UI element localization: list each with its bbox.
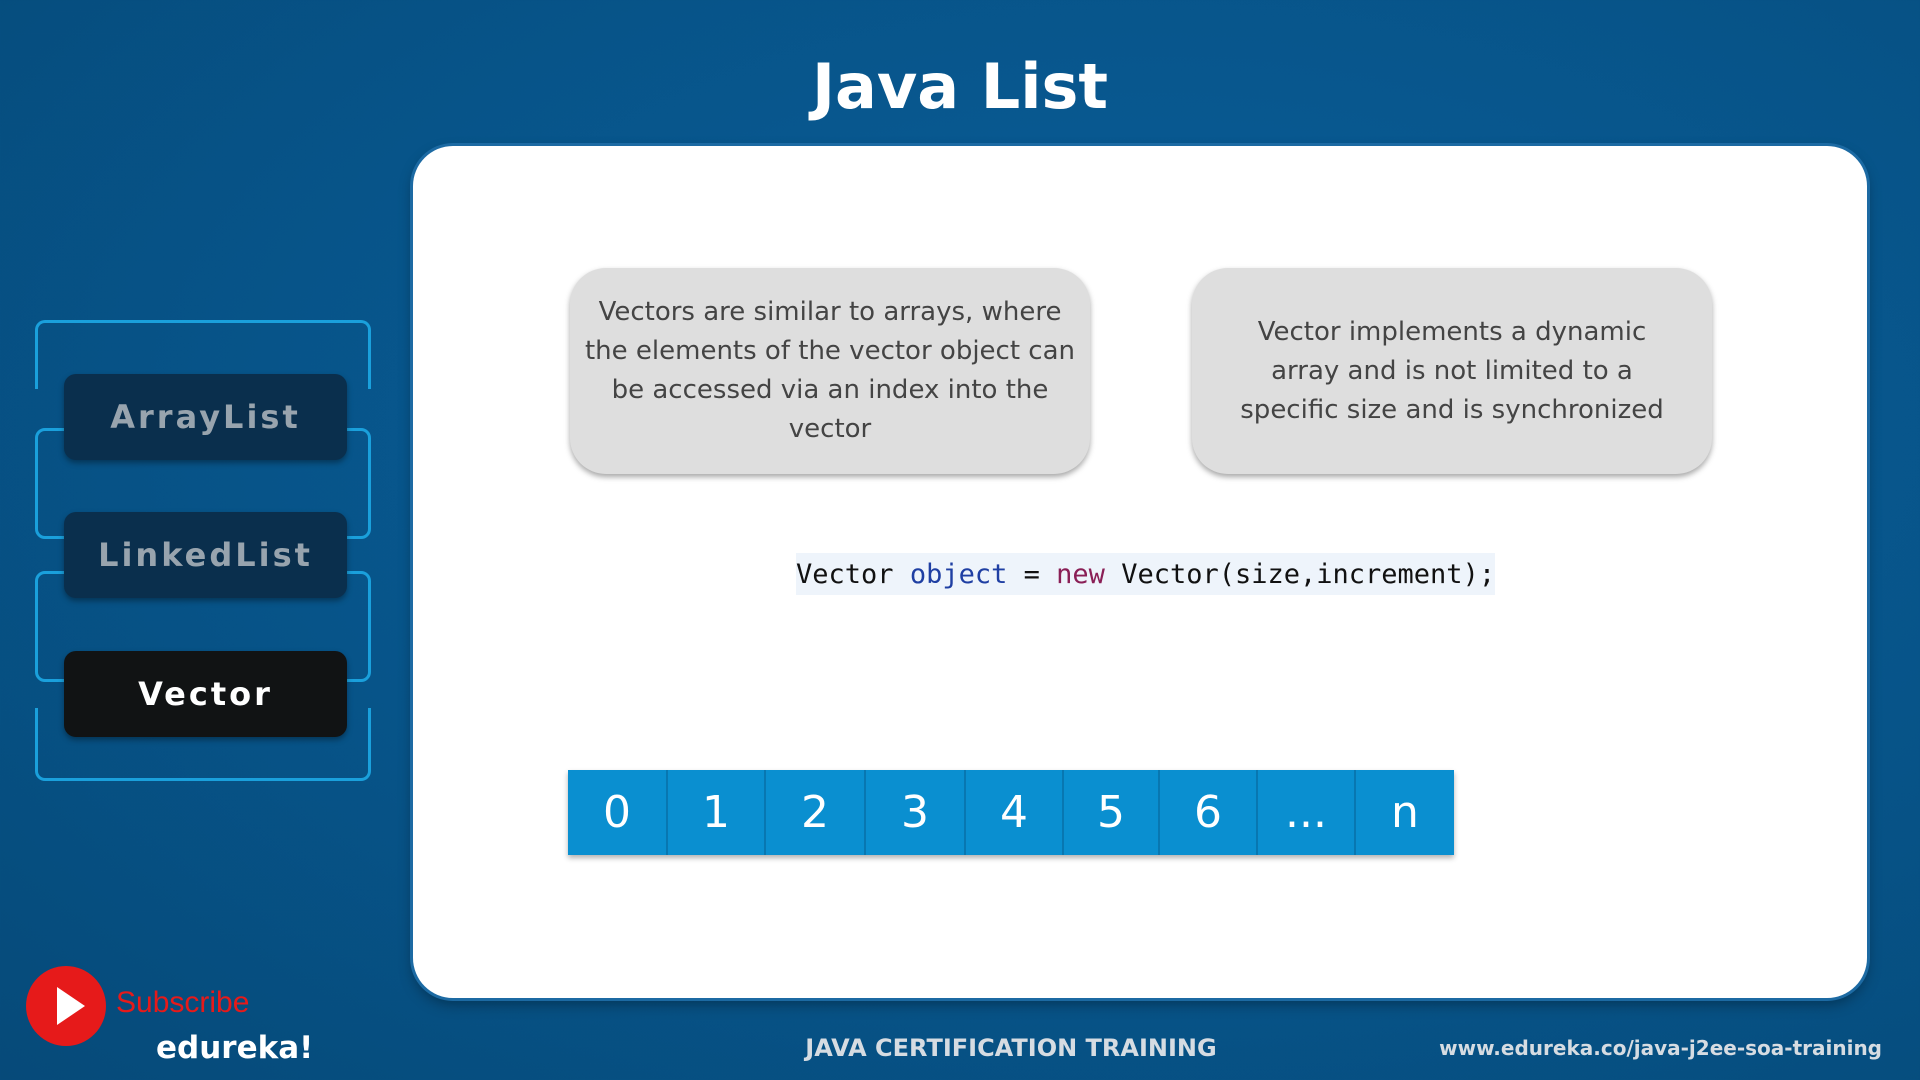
array-cell: 6 — [1160, 770, 1258, 855]
sidebar-item-linkedlist[interactable]: LinkedList — [64, 512, 347, 598]
sidebar-item-label: Vector — [138, 675, 273, 713]
array-cell: 0 — [568, 770, 668, 855]
code-variable: object — [909, 558, 1008, 590]
code-constructor: Vector(size,increment); — [1121, 558, 1496, 590]
array-cell: n — [1356, 770, 1454, 855]
info-box-definition: Vectors are similar to arrays, where the… — [570, 268, 1090, 474]
play-icon — [57, 987, 85, 1025]
array-cell: 3 — [866, 770, 966, 855]
course-url[interactable]: www.edureka.co/java-j2ee-soa-training — [1439, 1036, 1882, 1060]
array-cell: ... — [1258, 770, 1356, 855]
info-box-features: Vector implements a dynamic array and is… — [1192, 268, 1712, 474]
array-cell: 1 — [668, 770, 766, 855]
subscribe-label[interactable]: Subscribe — [116, 986, 249, 1020]
array-index-strip: 0 1 2 3 4 5 6 ... n — [568, 770, 1454, 855]
array-cell: 2 — [766, 770, 866, 855]
code-snippet: Vector object = new Vector(size,incremen… — [796, 553, 1496, 595]
sidebar-item-label: ArrayList — [110, 398, 301, 436]
page-title: Java List — [811, 50, 1109, 123]
info-text-features: Vector implements a dynamic array and is… — [1240, 316, 1664, 425]
code-keyword: new — [1056, 558, 1105, 590]
sidebar-item-arraylist[interactable]: ArrayList — [64, 374, 347, 460]
array-cell: 4 — [966, 770, 1064, 855]
sidebar-item-label: LinkedList — [98, 536, 313, 574]
code-assign: = — [1023, 558, 1040, 590]
sidebar-item-vector[interactable]: Vector — [64, 651, 347, 737]
array-cell: 5 — [1064, 770, 1160, 855]
info-text-definition: Vectors are similar to arrays, where the… — [584, 297, 1076, 444]
code-type: Vector — [796, 558, 894, 590]
